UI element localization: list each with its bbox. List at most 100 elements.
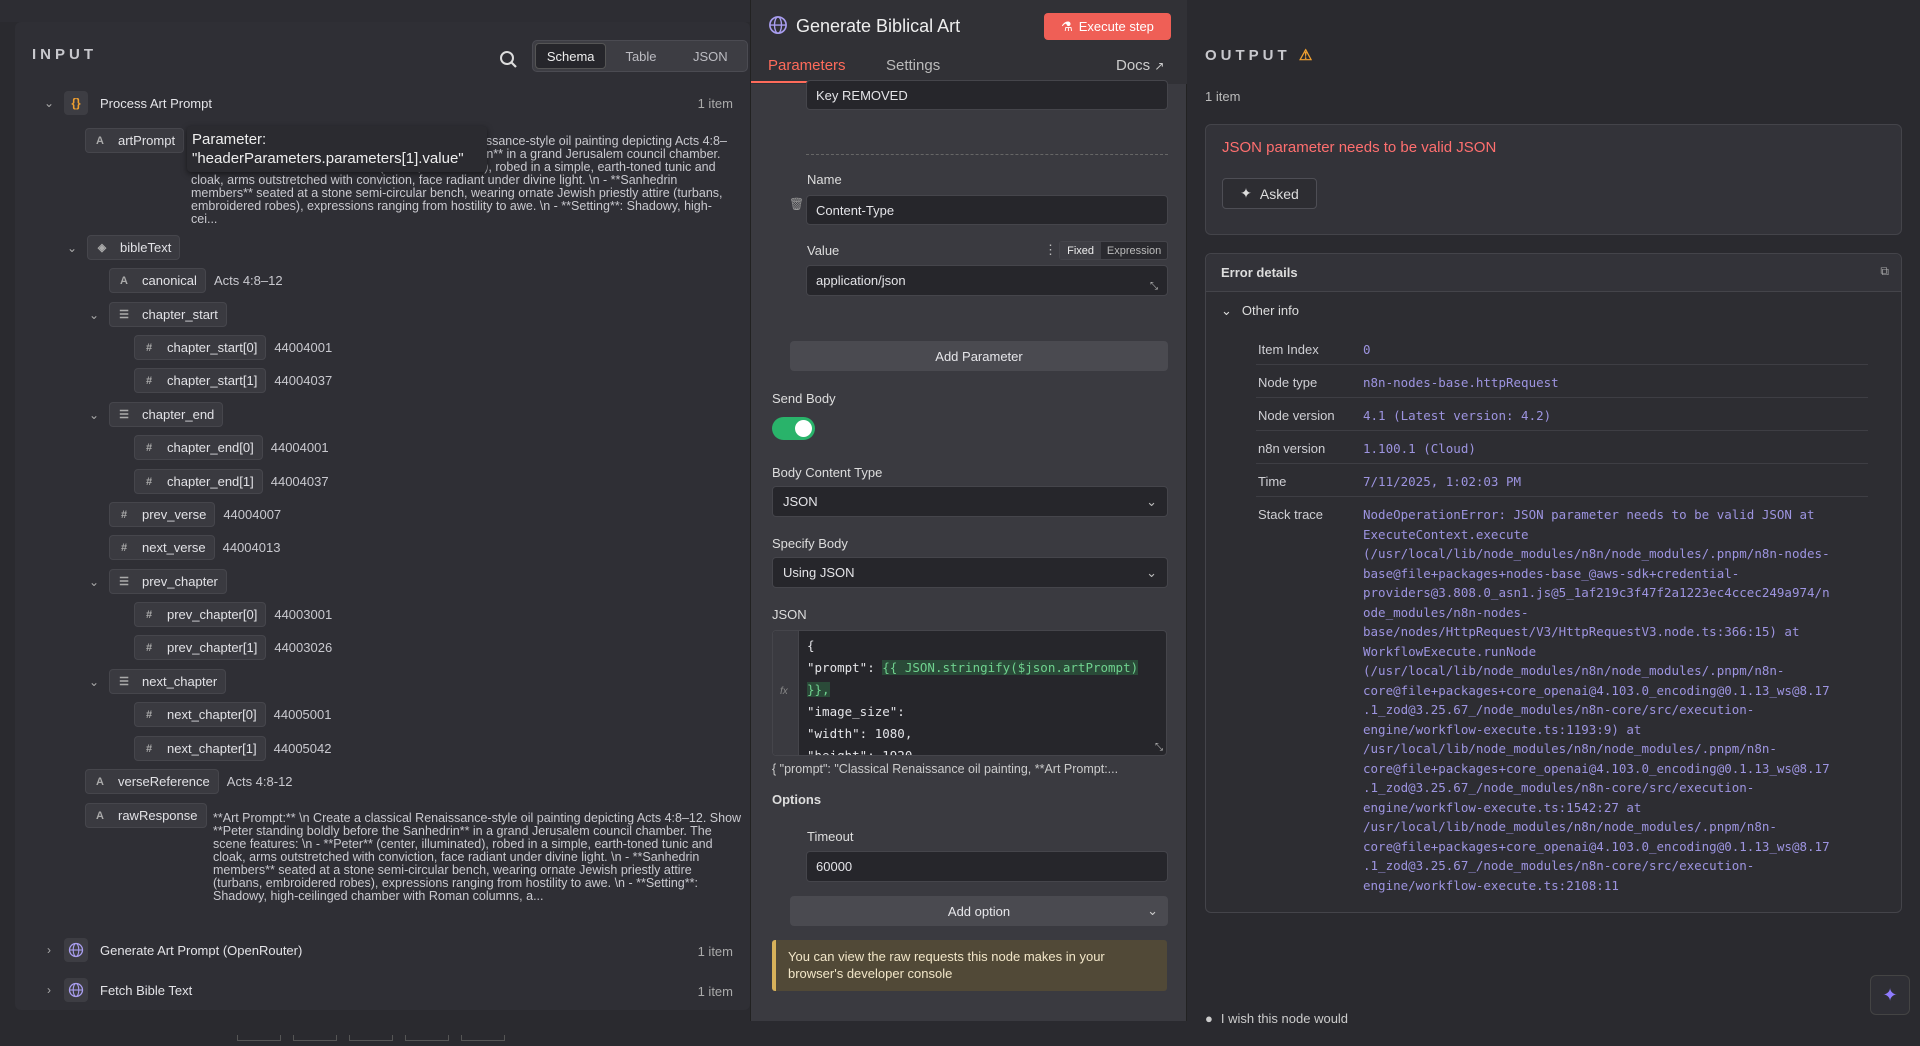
expression-token: {{ JSON.stringify($json.artPrompt) (882, 660, 1139, 675)
field-prev_chapter-0[interactable]: # prev_chapter[0] 44003001 (134, 602, 332, 627)
globe-icon (64, 938, 88, 962)
more-options-icon[interactable]: ⋮ (1044, 242, 1057, 258)
info-label: Node type (1258, 375, 1318, 390)
tab-json[interactable]: JSON (676, 43, 745, 69)
field-chapter_end-0[interactable]: # chapter_end[0] 44004001 (134, 435, 329, 460)
field-value: 44004037 (270, 474, 329, 489)
field-next_chapter[interactable]: ⌄ ☰ next_chapter (87, 669, 227, 694)
feedback-prompt[interactable]: ● I wish this node would (1205, 1011, 1348, 1026)
field-chapter_start[interactable]: ⌄ ☰ chapter_start (87, 302, 227, 327)
field-label: prev_chapter[0] (167, 607, 258, 622)
code-line: "image_size": (807, 704, 905, 719)
asked-label: Asked (1259, 185, 1299, 202)
chevron-down-icon[interactable]: ⌄ (87, 308, 101, 322)
expand-icon[interactable]: ⤡ (1150, 281, 1158, 292)
field-prev_chapter[interactable]: ⌄ ☰ prev_chapter (87, 569, 227, 594)
node-row-fetch-bible-text[interactable]: › Fetch Bible Text (42, 978, 192, 1002)
string-type-icon: A (96, 775, 104, 788)
field-label: prev_chapter[1] (167, 640, 258, 655)
field-label: artPrompt (118, 133, 176, 148)
execute-label: Execute step (1078, 19, 1154, 34)
copy-icon[interactable]: ⧉ (1880, 264, 1889, 279)
field-next_verse[interactable]: # next_verse 44004013 (109, 535, 280, 560)
add-option-button[interactable]: Add option ⌄ (790, 896, 1168, 926)
info-label: Node version (1258, 408, 1335, 423)
field-canonical[interactable]: Acanonical Acts 4:8–12 (109, 268, 283, 293)
specify-body-select[interactable]: Using JSON ⌄ (772, 557, 1168, 588)
ai-assistant-button[interactable]: ✦ (1870, 975, 1910, 1015)
chevron-right-icon[interactable]: › (42, 943, 56, 957)
field-next_chapter-1[interactable]: # next_chapter[1] 44005042 (134, 736, 331, 761)
chevron-right-icon[interactable]: › (42, 983, 56, 997)
rawResponse-value: **Art Prompt:** \n Create a classical Re… (213, 811, 742, 903)
field-chapter_start-0[interactable]: # chapter_start[0] 44004001 (134, 335, 332, 360)
search-icon[interactable] (495, 46, 523, 74)
node-row-process-art-prompt[interactable]: ⌄ {} Process Art Prompt (42, 91, 212, 115)
timeout-label: Timeout (807, 829, 854, 844)
other-info-toggle[interactable]: ⌄ Other info (1221, 303, 1299, 319)
field-prev_chapter-1[interactable]: # prev_chapter[1] 44003026 (134, 635, 332, 660)
field-label: chapter_start[1] (167, 373, 258, 388)
field-label: rawResponse (118, 808, 198, 823)
chevron-down-icon[interactable]: ⌄ (87, 675, 101, 689)
header-value-field[interactable]: application/json (806, 265, 1168, 296)
stack-trace: NodeOperationError: JSON parameter needs… (1363, 507, 1830, 893)
field-chapter_end[interactable]: ⌄ ☰ chapter_end (87, 402, 224, 427)
field-next_chapter-0[interactable]: # next_chapter[0] 44005001 (134, 702, 331, 727)
field-value: 44005042 (273, 741, 332, 756)
item-count: 1 item (697, 944, 733, 959)
field-rawResponse[interactable]: ArawResponse (85, 803, 207, 828)
docs-label: Docs (1116, 57, 1151, 74)
field-chapter_start-1[interactable]: # chapter_start[1] 44004037 (134, 368, 332, 393)
bulb-icon: ● (1205, 1011, 1213, 1026)
body-content-type-select[interactable]: JSON ⌄ (772, 486, 1168, 517)
field-artPrompt[interactable]: AartPrompt (85, 128, 185, 153)
trash-icon[interactable]: 🗑 (789, 197, 804, 211)
chevron-down-icon: ⌄ (1147, 903, 1158, 918)
chevron-down-icon[interactable]: ⌄ (65, 241, 79, 255)
field-bibleText[interactable]: ⌄ ◈ bibleText (65, 235, 181, 260)
field-label: next_chapter[1] (167, 741, 257, 756)
pagination-strip (237, 1028, 517, 1041)
mode-fixed[interactable]: Fixed (1060, 242, 1102, 259)
docs-link[interactable]: Docs ↗ (1116, 57, 1164, 74)
error-details-title: Error details (1221, 265, 1298, 280)
tab-settings[interactable]: Settings (886, 57, 940, 74)
field-prev_verse[interactable]: # prev_verse 44004007 (109, 502, 281, 527)
timeout-field[interactable]: 60000 (806, 851, 1168, 882)
view-mode-toggle: Schema Table JSON (532, 40, 748, 72)
chevron-down-icon[interactable]: ⌄ (87, 575, 101, 589)
asked-button[interactable]: ✦ Asked (1222, 178, 1317, 209)
field-value: 44004037 (274, 373, 333, 388)
tab-parameters[interactable]: Parameters (768, 57, 846, 74)
field-value: 44004013 (222, 540, 281, 555)
execute-step-button[interactable]: ⚗ Execute step (1044, 13, 1171, 40)
node-title[interactable]: Generate Biblical Art (796, 16, 960, 37)
json-editor[interactable]: fx { "prompt": {{ JSON.stringify($json.a… (772, 630, 1167, 756)
error-details-header: Error details ⧉ (1206, 254, 1901, 292)
warning-icon: ⚠ (1298, 47, 1313, 64)
select-value: JSON (783, 494, 818, 509)
field-value: 44004001 (274, 340, 333, 355)
node-row-generate-art-prompt[interactable]: › Generate Art Prompt (OpenRouter) (42, 938, 302, 962)
expand-icon[interactable]: ⤡ (1155, 742, 1163, 753)
field-chapter_end-1[interactable]: # chapter_end[1] 44004037 (134, 469, 329, 494)
number-type-icon: # (120, 541, 128, 554)
tab-table[interactable]: Table (606, 43, 675, 69)
chevron-down-icon[interactable]: ⌄ (87, 408, 101, 422)
send-body-toggle[interactable] (772, 417, 815, 440)
header-name-field[interactable]: Content-Type (806, 195, 1168, 225)
node-name: Generate Art Prompt (OpenRouter) (100, 942, 303, 958)
other-info-label: Other info (1241, 303, 1299, 318)
error-title: JSON parameter needs to be valid JSON (1222, 139, 1497, 156)
field-verseReference[interactable]: AverseReference Acts 4:8-12 (85, 769, 293, 794)
specify-body-label: Specify Body (772, 536, 848, 551)
mode-expression[interactable]: Expression (1101, 242, 1167, 259)
add-parameter-button[interactable]: Add Parameter (790, 341, 1168, 371)
chevron-down-icon[interactable]: ⌄ (42, 96, 56, 110)
item-count: 1 item (1205, 89, 1241, 104)
developer-console-notice: You can view the raw requests this node … (772, 940, 1167, 991)
number-type-icon: # (145, 641, 153, 654)
tab-schema[interactable]: Schema (535, 43, 607, 69)
key-value-field[interactable]: Key REMOVED (806, 80, 1168, 110)
